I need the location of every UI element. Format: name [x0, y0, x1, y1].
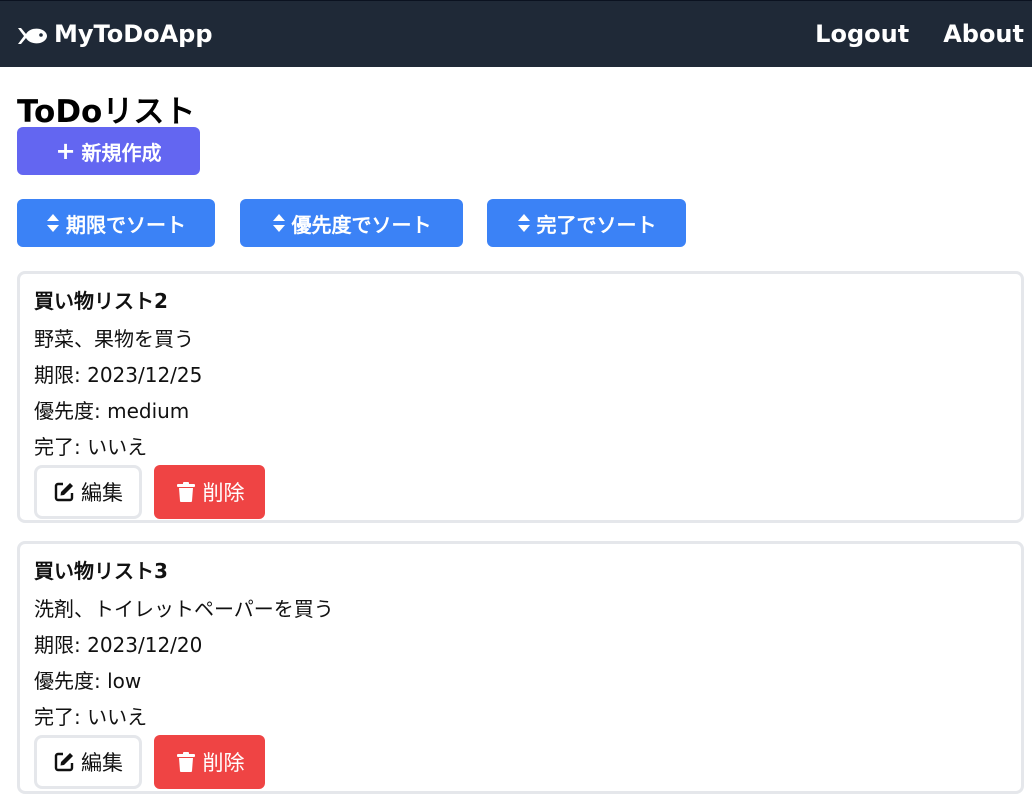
- sort-icon: [517, 212, 531, 234]
- todo-actions: 編集 削除: [34, 465, 1007, 519]
- sort-by-due-button[interactable]: 期限でソート: [17, 199, 215, 247]
- edit-icon: [53, 481, 75, 503]
- todo-priority: 優先度: medium: [34, 399, 190, 423]
- todo-done: 完了: いいえ: [34, 435, 148, 459]
- todo-card: 買い物リスト2 野菜、果物を買う 期限: 2023/12/25 優先度: med…: [17, 271, 1024, 523]
- todo-done: 完了: いいえ: [34, 705, 148, 729]
- todo-title: 買い物リスト3: [34, 559, 168, 583]
- new-todo-label: 新規作成: [81, 140, 162, 165]
- brand-name: MyToDoApp: [54, 20, 213, 48]
- edit-button[interactable]: 編集: [34, 465, 142, 519]
- fish-icon: [16, 24, 48, 44]
- plus-icon: +: [55, 137, 76, 165]
- navbar: MyToDoApp Logout About: [0, 0, 1032, 67]
- about-link[interactable]: About: [943, 20, 1024, 48]
- trash-icon: [175, 481, 197, 503]
- sort-icon: [272, 212, 286, 234]
- sort-by-done-button[interactable]: 完了でソート: [487, 199, 686, 247]
- new-todo-button[interactable]: + 新規作成: [17, 127, 200, 175]
- todo-due: 期限: 2023/12/25: [34, 363, 203, 387]
- brand[interactable]: MyToDoApp: [16, 20, 213, 48]
- todo-due: 期限: 2023/12/20: [34, 633, 203, 657]
- delete-label: 削除: [202, 751, 245, 775]
- edit-label: 編集: [81, 751, 123, 775]
- trash-icon: [175, 751, 197, 773]
- edit-icon: [53, 751, 75, 773]
- delete-label: 削除: [202, 481, 245, 505]
- todo-actions: 編集 削除: [34, 735, 1007, 789]
- sort-by-due-label: 期限でソート: [66, 212, 186, 237]
- sort-by-done-label: 完了でソート: [536, 212, 657, 237]
- sort-icon: [46, 212, 60, 234]
- sort-by-priority-label: 優先度でソート: [291, 212, 432, 237]
- sort-by-priority-button[interactable]: 優先度でソート: [240, 199, 463, 247]
- delete-button[interactable]: 削除: [154, 735, 265, 789]
- todo-priority: 優先度: low: [34, 669, 142, 693]
- todo-description: 洗剤、トイレットペーパーを買う: [34, 597, 334, 621]
- edit-label: 編集: [81, 481, 123, 505]
- nav-links: Logout About: [815, 20, 1024, 48]
- edit-button[interactable]: 編集: [34, 735, 142, 789]
- logout-link[interactable]: Logout: [815, 20, 909, 48]
- todo-card: 買い物リスト3 洗剤、トイレットペーパーを買う 期限: 2023/12/20 優…: [17, 541, 1024, 794]
- todo-description: 野菜、果物を買う: [34, 327, 194, 351]
- delete-button[interactable]: 削除: [154, 465, 265, 519]
- page-title: ToDoリスト: [17, 94, 196, 130]
- todo-title: 買い物リスト2: [34, 289, 168, 313]
